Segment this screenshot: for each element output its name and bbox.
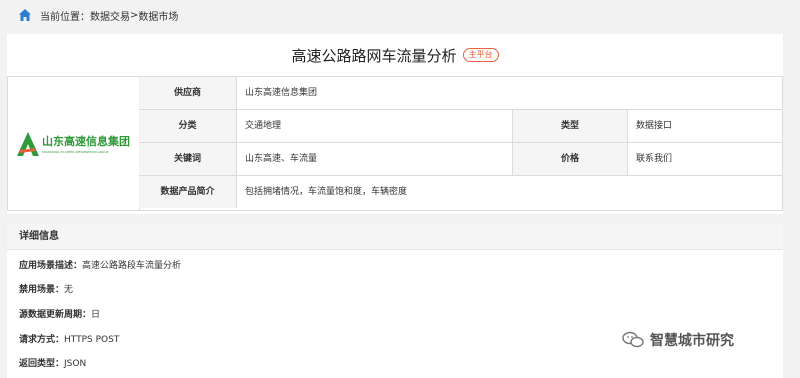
detail-header: 详细信息	[7, 224, 783, 250]
type-label: 类型	[513, 110, 628, 142]
page-title: 高速公路路网车流量分析	[291, 46, 457, 65]
category-label: 分类	[139, 110, 237, 142]
watermark-text: 智慧城市研究	[650, 333, 734, 349]
detail-line-forbidden: 禁用场景：无	[19, 282, 73, 295]
info-row-category: 分类 交通地理 类型 数据接口	[139, 110, 783, 143]
info-row-intro: 数据产品简介 包括拥堵情况，车流量饱和度，车辆密度	[139, 176, 783, 209]
detail-title: 详细信息	[19, 231, 59, 242]
detail-line-scenario: 应用场景描述：高速公路路段车流量分析	[19, 258, 181, 271]
breadcrumb: 当前位置： 数据交易 > 数据市场	[0, 0, 800, 30]
intro-label: 数据产品简介	[139, 176, 237, 208]
detail-label: 应用场景描述：	[19, 261, 83, 271]
supplier-logo-name: 山东高速信息集团	[42, 135, 130, 148]
product-title-row: 高速公路路网车流量分析 主平台	[7, 34, 783, 76]
detail-value: JSON	[64, 359, 87, 369]
supplier-logo-cell: 山东高速信息集团 SHANDONG HI-SPEED INFORMATION G…	[8, 77, 140, 210]
breadcrumb-separator: >	[130, 9, 139, 21]
detail-line-request-method: 请求方式：HTTPS POST	[19, 332, 119, 345]
detail-value: HTTPS POST	[64, 335, 120, 345]
product-info-table: 山东高速信息集团 SHANDONG HI-SPEED INFORMATION G…	[7, 76, 783, 211]
home-icon[interactable]	[18, 8, 32, 22]
detail-label: 禁用场景：	[19, 285, 65, 295]
type-value: 数据接口	[636, 121, 673, 131]
detail-line-return-type: 返回类型：JSON	[19, 356, 86, 369]
category-value: 交通地理	[237, 110, 513, 142]
breadcrumb-item-data-trade[interactable]: 数据交易	[90, 8, 130, 23]
detail-value: 日	[91, 310, 101, 320]
info-row-keywords: 关键词 山东高速、车流量 价格 联系我们	[139, 143, 783, 176]
supplier-value: 山东高速信息集团	[245, 88, 318, 98]
supplier-label: 供应商	[139, 77, 237, 109]
detail-label: 返回类型：	[19, 359, 65, 369]
platform-badge: 主平台	[462, 48, 499, 62]
breadcrumb-item-data-market[interactable]: 数据市场	[138, 8, 178, 23]
price-label: 价格	[513, 143, 628, 175]
supplier-logo: 山东高速信息集团 SHANDONG HI-SPEED INFORMATION G…	[17, 131, 130, 156]
breadcrumb-prefix: 当前位置：	[40, 11, 90, 23]
detail-label: 请求方式：	[19, 335, 65, 345]
detail-panel: 详细信息 应用场景描述：高速公路路段车流量分析 禁用场景：无 源数据更新周期：日…	[7, 224, 783, 378]
product-panel: 高速公路路网车流量分析 主平台 山东高速信息集团 SHANDONG HI-SPE…	[7, 34, 783, 214]
keywords-label: 关键词	[139, 143, 237, 175]
detail-label: 源数据更新周期：	[19, 310, 92, 320]
wechat-icon	[622, 331, 644, 348]
watermark: 智慧城市研究	[622, 330, 734, 350]
detail-value: 无	[64, 285, 74, 295]
keywords-value: 山东高速、车流量	[237, 143, 513, 175]
supplier-logo-subtitle: SHANDONG HI-SPEED INFORMATION GROUP	[42, 150, 109, 154]
info-row-supplier: 供应商 山东高速信息集团	[139, 77, 783, 110]
intro-value: 包括拥堵情况，车流量饱和度，车辆密度	[245, 187, 408, 197]
supplier-logo-mark-icon	[17, 131, 39, 156]
price-value: 联系我们	[636, 154, 673, 164]
detail-value: 高速公路路段车流量分析	[82, 261, 182, 271]
detail-line-update-cycle: 源数据更新周期：日	[19, 307, 100, 320]
